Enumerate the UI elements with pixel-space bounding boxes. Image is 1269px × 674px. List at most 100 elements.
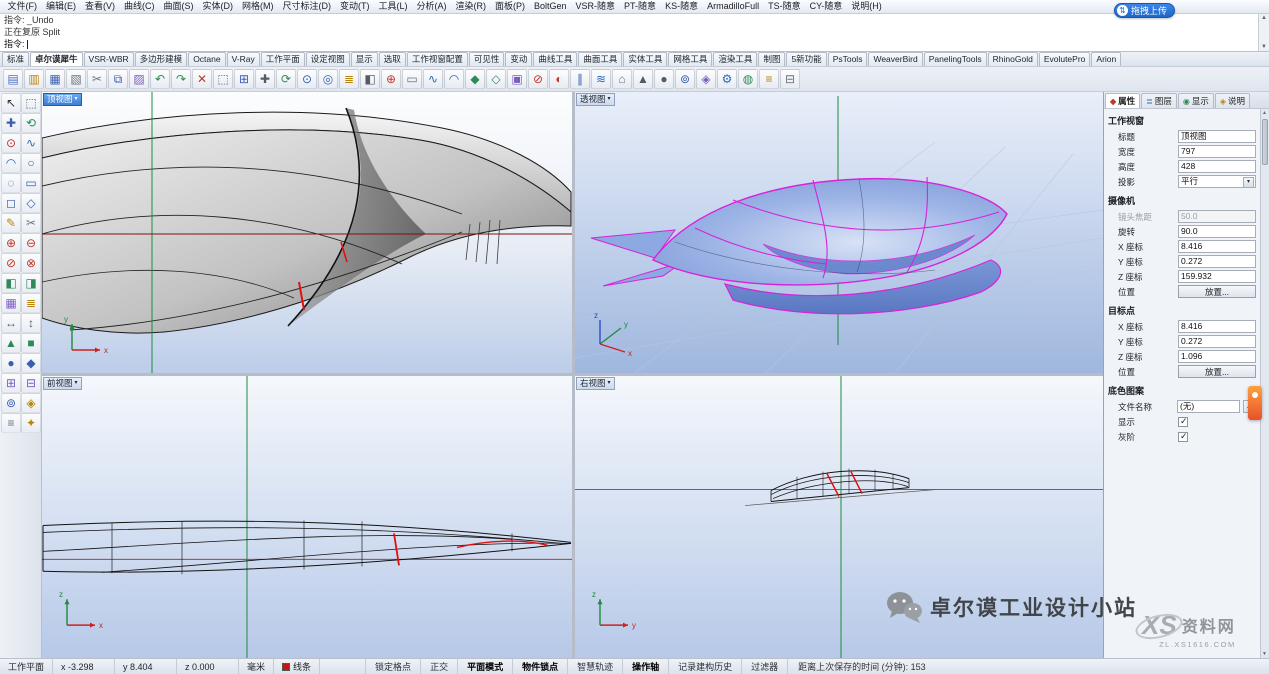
toolbar-tab[interactable]: 工作视窗配置: [407, 52, 468, 66]
toolbar-icon[interactable]: ◈: [696, 69, 716, 89]
toolbar-icon[interactable]: ↷: [171, 69, 191, 89]
toolbar-tab[interactable]: 曲面工具: [578, 52, 622, 66]
sidebar-tool-icon[interactable]: ≣: [21, 293, 41, 313]
toolbar-icon[interactable]: ≡: [759, 69, 779, 89]
sidebar-tool-icon[interactable]: ↕: [21, 313, 41, 333]
toolbar-icon[interactable]: ▥: [24, 69, 44, 89]
panel-input[interactable]: 159.932: [1178, 270, 1256, 283]
toolbar-tab[interactable]: VSR-WBR: [84, 52, 134, 66]
toolbar-icon[interactable]: ▲: [633, 69, 653, 89]
sidebar-tool-icon[interactable]: ↔: [1, 313, 21, 333]
toolbar-icon[interactable]: ◍: [738, 69, 758, 89]
sidebar-tool-icon[interactable]: ⊙: [1, 133, 21, 153]
toolbar-icon[interactable]: ◠: [444, 69, 464, 89]
toolbar-icon[interactable]: ∥: [570, 69, 590, 89]
viewport-perspective-canvas[interactable]: x y z: [575, 92, 1103, 373]
viewport-perspective-label[interactable]: 透视图: [576, 93, 615, 106]
toolbar-tab[interactable]: RhinoGold: [988, 52, 1038, 66]
toolbar-tab[interactable]: 变动: [505, 52, 532, 66]
panel-input[interactable]: 797: [1178, 145, 1256, 158]
panel-input[interactable]: 0.272: [1178, 255, 1256, 268]
toolbar-icon[interactable]: ⬚: [213, 69, 233, 89]
current-layer[interactable]: 线条: [274, 659, 320, 674]
toolbar-icon[interactable]: ≋: [591, 69, 611, 89]
toolbar-tab[interactable]: 可见性: [469, 52, 505, 66]
sidebar-tool-icon[interactable]: ○: [21, 153, 41, 173]
panel-tab[interactable]: ◆ 属性: [1105, 93, 1140, 108]
viewport-right-label[interactable]: 右视图: [576, 377, 615, 390]
toolbar-tab[interactable]: EvolutePro: [1039, 52, 1091, 66]
sidebar-tool-icon[interactable]: ✂: [21, 213, 41, 233]
toolbar-tab[interactable]: 显示: [351, 52, 378, 66]
toolbar-tab[interactable]: Octane: [188, 52, 225, 66]
viewport-perspective[interactable]: 透视图: [575, 92, 1103, 373]
menu-item[interactable]: 查看(V): [81, 0, 120, 13]
toolbar-tab[interactable]: V-Ray: [227, 52, 260, 66]
panel-input[interactable]: 1.096: [1178, 350, 1256, 363]
toolbar-icon[interactable]: ▧: [66, 69, 86, 89]
menu-item[interactable]: 说明(H): [847, 0, 887, 13]
toolbar-tab[interactable]: 实体工具: [623, 52, 667, 66]
statusbar-toggle[interactable]: 操作轴: [623, 659, 669, 674]
menu-item[interactable]: 网格(M): [238, 0, 279, 13]
viewport-front[interactable]: 前视图: [42, 376, 572, 658]
menu-item[interactable]: 面板(P): [491, 0, 530, 13]
sidebar-tool-icon[interactable]: ◇: [21, 193, 41, 213]
toolbar-icon[interactable]: ✂: [87, 69, 107, 89]
toolbar-tab[interactable]: 渲染工具: [713, 52, 757, 66]
menu-item[interactable]: 渲染(R): [451, 0, 491, 13]
menu-item[interactable]: CY-随意: [805, 0, 847, 13]
toolbar-icon[interactable]: ◇: [486, 69, 506, 89]
sidebar-tool-icon[interactable]: ▦: [1, 293, 21, 313]
panel-select[interactable]: 平行: [1178, 175, 1256, 188]
toolbar-tab[interactable]: 多边形建模: [135, 52, 188, 66]
panel-input[interactable]: 顶视图: [1178, 130, 1256, 143]
toolbar-icon[interactable]: ●: [654, 69, 674, 89]
sidebar-tool-icon[interactable]: ⟲: [21, 113, 41, 133]
panel-place-button[interactable]: 放置...: [1178, 365, 1256, 378]
toolbar-icon[interactable]: ◆: [465, 69, 485, 89]
panel-input[interactable]: 90.0: [1178, 225, 1256, 238]
toolbar-icon[interactable]: ⊚: [675, 69, 695, 89]
upload-button[interactable]: 拖拽上传: [1114, 3, 1175, 18]
menu-item[interactable]: TS-随意: [764, 0, 806, 13]
command-area[interactable]: 指令: _Undo 正在复原 Split 指令:: [0, 14, 1269, 52]
toolbar-icon[interactable]: ▣: [507, 69, 527, 89]
panel-input[interactable]: 0.272: [1178, 335, 1256, 348]
menu-item[interactable]: ArmadilloFull: [703, 0, 764, 13]
toolbar-icon[interactable]: ↶: [150, 69, 170, 89]
toolbar-tab[interactable]: PsTools: [828, 52, 868, 66]
toolbar-tab[interactable]: 卓尔谟犀牛: [30, 52, 83, 66]
sidebar-tool-icon[interactable]: ▲: [1, 333, 21, 353]
sidebar-tool-icon[interactable]: ⊕: [1, 233, 21, 253]
sidebar-tool-icon[interactable]: ⊘: [1, 253, 21, 273]
command-scrollbar[interactable]: [1258, 14, 1269, 51]
sidebar-tool-icon[interactable]: ◆: [21, 353, 41, 373]
menu-item[interactable]: BoltGen: [530, 0, 572, 13]
panel-input[interactable]: 428: [1178, 160, 1256, 173]
scroll-down-icon[interactable]: [1261, 44, 1267, 50]
statusbar-toggle[interactable]: 平面模式: [458, 659, 513, 674]
menu-item[interactable]: 尺寸标注(D): [278, 0, 336, 13]
statusbar-toggle[interactable]: 过滤器: [742, 659, 788, 674]
menu-item[interactable]: 文件(F): [3, 0, 42, 13]
toolbar-icon[interactable]: ⊘: [528, 69, 548, 89]
toolbar-icon[interactable]: ◎: [318, 69, 338, 89]
sidebar-tool-icon[interactable]: ✎: [1, 213, 21, 233]
panel-input[interactable]: 50.0: [1178, 210, 1256, 223]
viewport-front-label[interactable]: 前视图: [43, 377, 82, 390]
viewport-top-canvas[interactable]: x y: [42, 92, 572, 373]
cplane-button[interactable]: 工作平面: [0, 659, 53, 674]
toolbar-icon[interactable]: ∿: [423, 69, 443, 89]
panel-scrollbar[interactable]: [1260, 109, 1269, 658]
statusbar-toggle[interactable]: 物件锁点: [513, 659, 568, 674]
statusbar-toggle[interactable]: 正交: [421, 659, 458, 674]
sidebar-tool-icon[interactable]: ✚: [1, 113, 21, 133]
toolbar-icon[interactable]: ⊕: [381, 69, 401, 89]
toolbar-icon[interactable]: ⧉: [108, 69, 128, 89]
menu-item[interactable]: 编辑(E): [42, 0, 81, 13]
toolbar-tab[interactable]: WeaverBird: [868, 52, 922, 66]
toolbar-tab[interactable]: Arion: [1091, 52, 1121, 66]
panel-checkbox[interactable]: [1178, 417, 1188, 427]
panel-checkbox[interactable]: [1178, 432, 1188, 442]
